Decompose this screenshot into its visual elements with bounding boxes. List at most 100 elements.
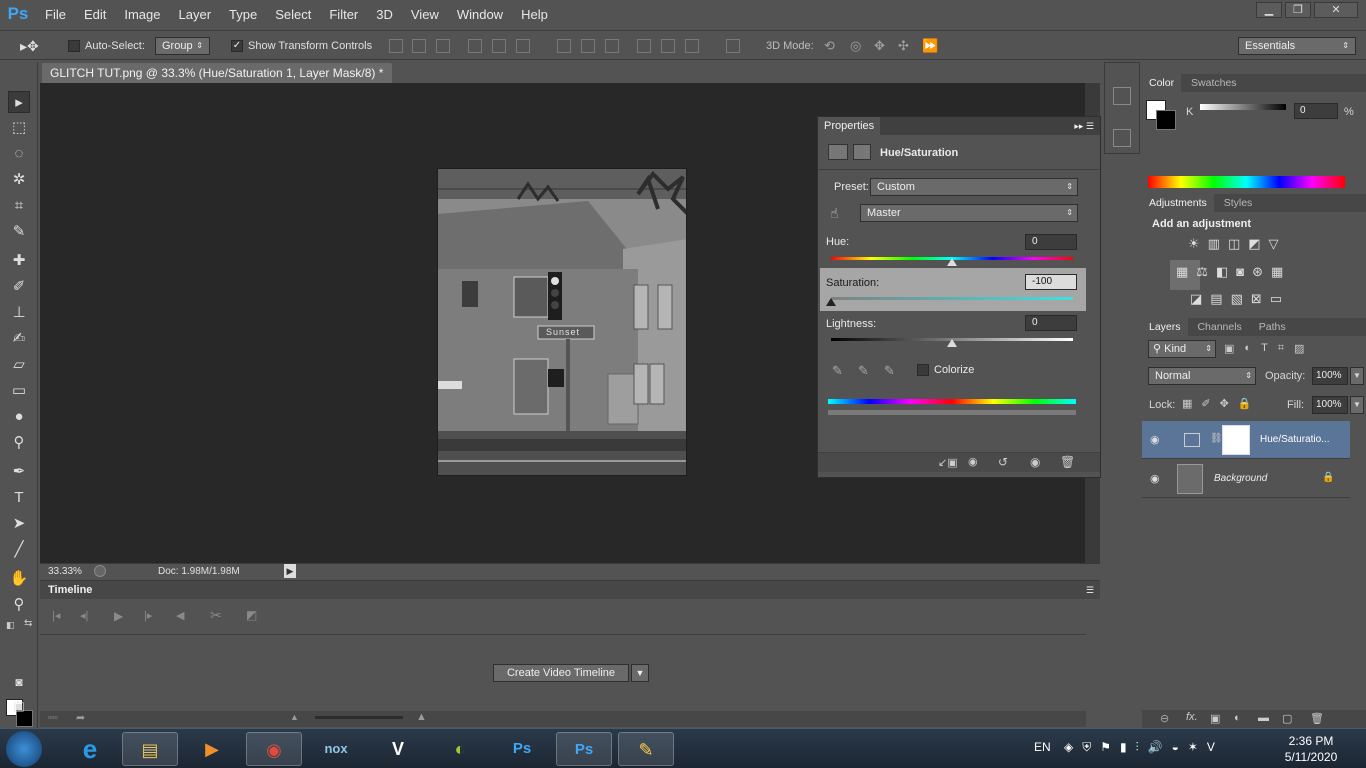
- new-group-icon[interactable]: ▬: [1258, 712, 1269, 724]
- vivaldi-icon[interactable]: V: [370, 732, 426, 766]
- split-icon[interactable]: ✂: [210, 607, 222, 624]
- file-explorer-icon[interactable]: ▤: [122, 732, 178, 766]
- panel-menu-icon[interactable]: ☰: [1086, 581, 1094, 599]
- panel-collapse-icon[interactable]: ▸▸ ☰: [1074, 117, 1094, 135]
- lasso-tool-icon[interactable]: ◌: [8, 143, 30, 165]
- tray-flag-icon[interactable]: ⚑: [1100, 740, 1111, 755]
- visibility-eye-icon[interactable]: ◉: [1150, 433, 1160, 446]
- new-layer-icon[interactable]: ▢: [1282, 712, 1292, 725]
- menu-filter[interactable]: Filter: [320, 7, 367, 22]
- pen-tool-icon[interactable]: ✒: [8, 461, 30, 483]
- layer-mask-icon[interactable]: [853, 144, 871, 160]
- line-tool-icon[interactable]: ╱: [8, 539, 30, 561]
- align-bottom-icon[interactable]: [436, 39, 450, 53]
- menu-type[interactable]: Type: [220, 7, 266, 22]
- color-spectrum-bar[interactable]: [1148, 176, 1345, 188]
- gradient-map-icon[interactable]: ▭: [1270, 291, 1282, 307]
- app-icon[interactable]: ◐: [432, 732, 488, 766]
- language-indicator[interactable]: EN: [1034, 740, 1051, 754]
- menu-image[interactable]: Image: [115, 7, 169, 22]
- restore-button[interactable]: ❐: [1285, 2, 1311, 18]
- document-image[interactable]: Sunset: [437, 168, 687, 476]
- distribute-right-icon[interactable]: [685, 39, 699, 53]
- 3d-scale-icon[interactable]: ⏩: [922, 37, 938, 55]
- minimize-button[interactable]: ▁: [1256, 2, 1282, 18]
- convert-icon[interactable]: ➦: [76, 711, 85, 724]
- marquee-tool-icon[interactable]: ⬚: [8, 117, 30, 139]
- fill-field[interactable]: 100%: [1312, 396, 1348, 414]
- zoom-level[interactable]: 33.33%: [48, 566, 82, 577]
- auto-select-checkbox[interactable]: [68, 40, 80, 53]
- auto-align-icon[interactable]: [726, 39, 740, 53]
- chrome-icon[interactable]: ◉: [246, 732, 302, 766]
- black-white-icon[interactable]: ◧: [1216, 264, 1228, 280]
- add-mask-icon[interactable]: ▣: [1210, 712, 1220, 725]
- auto-select-dropdown[interactable]: Group ⇕: [155, 37, 210, 55]
- lock-all-icon[interactable]: 🔒: [1238, 397, 1252, 410]
- workspace-dropdown[interactable]: Essentials ⇕: [1238, 37, 1356, 55]
- path-selection-tool-icon[interactable]: ➤: [8, 513, 30, 535]
- opacity-dropdown-arrow[interactable]: ▼: [1350, 367, 1364, 385]
- tray-wifi-icon[interactable]: ◒: [1172, 740, 1179, 755]
- preset-dropdown[interactable]: Custom ⇕: [870, 178, 1078, 196]
- link-layers-icon[interactable]: ⊖: [1160, 712, 1169, 725]
- layer-row[interactable]: ◉ Background 🔒: [1142, 460, 1350, 498]
- 3d-rotate-icon[interactable]: ⟲: [824, 37, 835, 55]
- gradient-tool-icon[interactable]: ▭: [8, 380, 30, 402]
- start-button[interactable]: [6, 731, 42, 767]
- visibility-icon[interactable]: ◉: [1030, 455, 1040, 469]
- 3d-slide-icon[interactable]: ✣: [898, 37, 909, 55]
- tab-channels[interactable]: Channels: [1190, 318, 1248, 336]
- lightness-field[interactable]: 0: [1025, 315, 1077, 331]
- filter-shape-icon[interactable]: ⌗: [1278, 342, 1284, 355]
- new-adjustment-icon[interactable]: ◐: [1234, 712, 1241, 724]
- auto-select-option[interactable]: Auto-Select:: [68, 37, 145, 55]
- threshold-icon[interactable]: ▧: [1231, 291, 1243, 307]
- first-frame-icon[interactable]: |◂: [52, 609, 60, 622]
- move-tool-icon[interactable]: ▸: [8, 91, 30, 113]
- saturation-field[interactable]: -100: [1025, 274, 1077, 290]
- menu-layer[interactable]: Layer: [170, 7, 221, 22]
- eyedropper-minus-icon[interactable]: ✎: [884, 363, 895, 379]
- timeline-zoom-slider[interactable]: [315, 716, 403, 719]
- zoom-out-icon[interactable]: ▲: [290, 712, 299, 722]
- distribute-left-icon[interactable]: [637, 39, 651, 53]
- layer-kind-filter[interactable]: ⚲ Kind ⇕: [1148, 340, 1216, 358]
- align-right-icon[interactable]: [516, 39, 530, 53]
- distribute-top-icon[interactable]: [557, 39, 571, 53]
- tray-app-icon[interactable]: ◈: [1064, 740, 1073, 755]
- clone-stamp-tool-icon[interactable]: ⊥: [8, 302, 30, 324]
- tab-adjustments[interactable]: Adjustments: [1142, 194, 1214, 212]
- menu-select[interactable]: Select: [266, 7, 320, 22]
- vibrance-icon[interactable]: ▽: [1269, 236, 1279, 252]
- eraser-tool-icon[interactable]: ▱: [8, 354, 30, 376]
- swap-colors-icon[interactable]: ⇆: [24, 618, 32, 629]
- transition-icon[interactable]: ◩: [246, 608, 257, 622]
- saturation-slider[interactable]: [831, 297, 1073, 300]
- dodge-tool-icon[interactable]: ⚲: [8, 432, 30, 454]
- healing-brush-tool-icon[interactable]: ✚: [8, 250, 30, 272]
- curves-icon[interactable]: ◫: [1228, 236, 1240, 252]
- k-slider[interactable]: [1200, 104, 1286, 110]
- eyedropper-plus-icon[interactable]: ✎: [858, 363, 869, 379]
- quick-mask-icon[interactable]: ◙: [8, 671, 30, 693]
- timeline-options-icon[interactable]: ▫▫▫: [48, 712, 58, 722]
- opacity-field[interactable]: 100%: [1312, 367, 1348, 385]
- reset-icon[interactable]: ↺: [998, 455, 1008, 469]
- audio-icon[interactable]: ◀: [176, 609, 184, 622]
- internet-explorer-icon[interactable]: e: [62, 732, 118, 766]
- tab-color[interactable]: Color: [1142, 74, 1182, 92]
- align-left-icon[interactable]: [468, 39, 482, 53]
- move-tool-icon[interactable]: ▸✥: [20, 37, 39, 55]
- photoshop-active-taskbar-icon[interactable]: Ps: [556, 732, 612, 766]
- fill-dropdown-arrow[interactable]: ▼: [1350, 396, 1364, 414]
- tray-shield-icon[interactable]: ⛨: [1082, 740, 1091, 755]
- colorize-option[interactable]: Colorize: [917, 364, 974, 377]
- type-tool-icon[interactable]: T: [8, 487, 30, 509]
- selective-color-icon[interactable]: ⊠: [1251, 291, 1262, 307]
- brightness-icon[interactable]: ☀: [1188, 236, 1200, 252]
- lightness-slider-thumb[interactable]: [947, 339, 957, 347]
- prev-frame-icon[interactable]: ◂|: [80, 609, 88, 622]
- link-icon[interactable]: ⛓: [1210, 433, 1223, 444]
- tray-signal-icon[interactable]: ⫶: [1136, 740, 1139, 755]
